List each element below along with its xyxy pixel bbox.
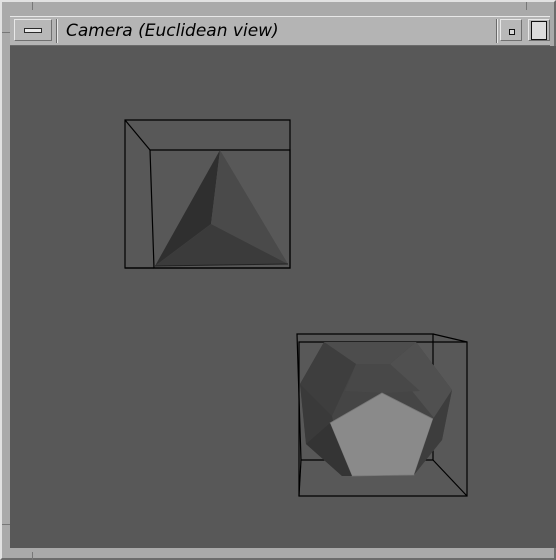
window-menu-button[interactable]: [14, 19, 52, 41]
scene-canvas[interactable]: [10, 46, 556, 548]
dodecahedron-object[interactable]: [296, 333, 468, 497]
tetrahedron-solid: [154, 150, 289, 267]
camera-viewport[interactable]: [10, 46, 556, 548]
minimize-button[interactable]: [500, 19, 522, 41]
window-menu-icon: [24, 28, 42, 33]
title-separator: [496, 19, 497, 43]
title-separator: [56, 19, 57, 43]
frame-corner-mark: [2, 524, 10, 525]
frame-corner-mark: [2, 32, 10, 33]
dodecahedron-solid: [300, 342, 452, 477]
tetrahedron-object[interactable]: [124, 119, 291, 269]
maximize-icon: [531, 21, 547, 40]
title-bar[interactable]: Camera (Euclidean view): [10, 16, 550, 46]
minimize-icon: [509, 29, 515, 35]
window-title: Camera (Euclidean view): [66, 21, 279, 41]
maximize-button[interactable]: [528, 19, 550, 41]
frame-corner-mark: [32, 2, 33, 10]
frame-corner-mark: [526, 2, 527, 10]
frame-corner-mark: [32, 552, 33, 560]
